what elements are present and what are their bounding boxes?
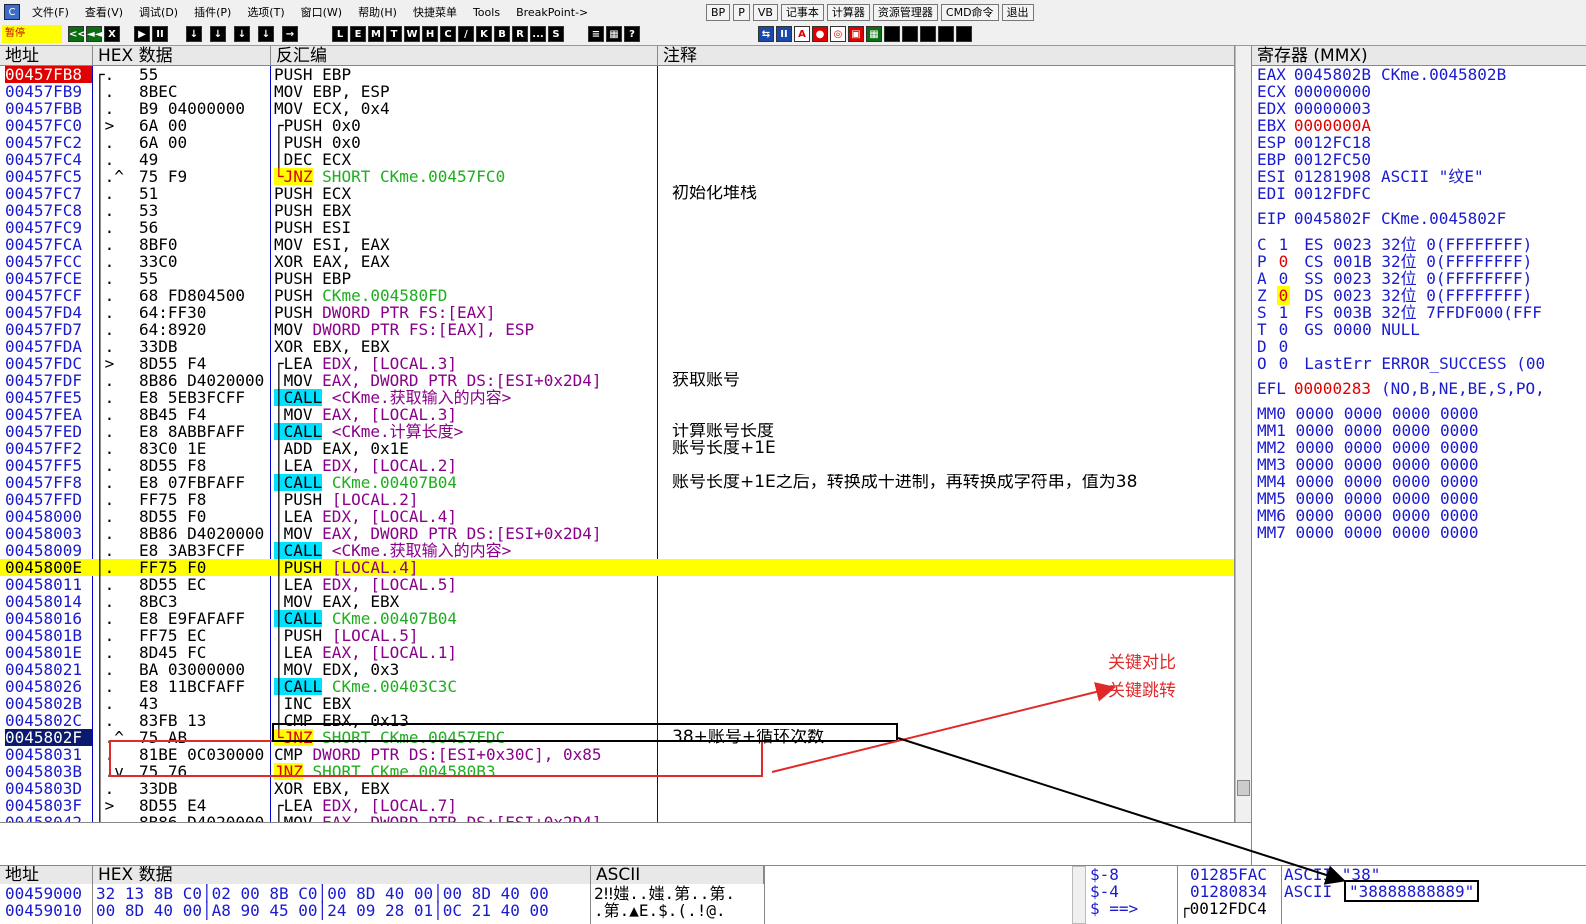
black-arrow <box>897 737 1346 885</box>
annotation-arrows <box>771 682 1346 885</box>
red-arrow <box>771 682 1116 773</box>
